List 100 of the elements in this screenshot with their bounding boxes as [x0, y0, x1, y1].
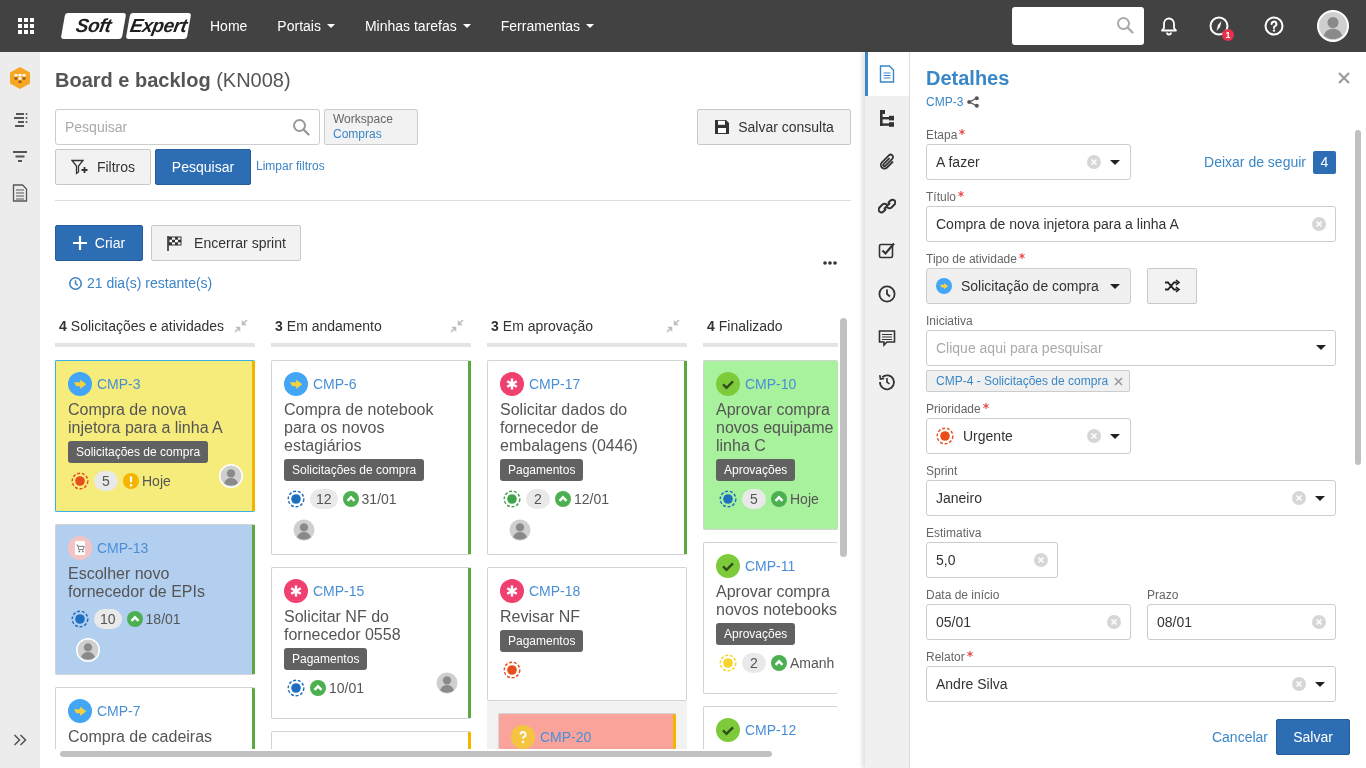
document-icon	[879, 65, 895, 83]
filter-icon[interactable]	[12, 149, 28, 165]
clock-icon	[878, 285, 896, 303]
close-icon[interactable]	[1338, 72, 1350, 84]
clear-filters-link[interactable]: Limpar filtros	[256, 159, 325, 173]
item-id-link[interactable]: CMP-3	[926, 95, 964, 109]
caret-icon[interactable]	[1110, 433, 1120, 439]
vertical-scrollbar[interactable]	[840, 318, 847, 557]
comment-icon	[878, 329, 896, 347]
category-tag: Pagamentos	[500, 459, 584, 481]
card-id-link[interactable]: CMP-18	[529, 583, 581, 599]
initiative-search-field[interactable]: Clique aqui para pesquisar	[926, 330, 1336, 366]
paperclip-icon	[878, 153, 896, 171]
double-chevron-icon[interactable]	[13, 734, 27, 746]
checkbox-icon	[878, 241, 896, 259]
cancel-link[interactable]: Cancelar	[1211, 719, 1268, 755]
chevron-up-icon	[771, 491, 787, 507]
task-card[interactable]: CMP-10 Aprovar compra novos equipame linha C Aprovações 5 Hoje	[703, 360, 838, 530]
task-card[interactable]: CMP-11 Aprovar compra novos notebooks Aprovações 2 Amanh	[703, 542, 838, 694]
task-card[interactable]: CMP-3 Compra de nova injetora para a linha A Solicitações de compra 5 Hoje	[55, 360, 255, 512]
logo-word: Expert	[125, 13, 192, 39]
vertical-scrollbar[interactable]	[1355, 130, 1361, 465]
save-query-button[interactable]: Salvar consulta	[697, 109, 851, 145]
count-badge: 5	[94, 471, 118, 491]
due-date-input[interactable]: 08/01	[1147, 604, 1336, 640]
field-label: Sprint	[926, 463, 958, 479]
caret-icon[interactable]	[1315, 681, 1325, 687]
field-label: Estimativa	[926, 525, 982, 541]
field-label: Relator	[926, 649, 965, 665]
card-id-link[interactable]: CMP-7	[97, 703, 141, 719]
search-field[interactable]	[1012, 7, 1144, 45]
column-count: 4	[59, 318, 67, 334]
card-title: Compra de nova injetora para a linha A	[68, 401, 224, 437]
save-button[interactable]: Salvar	[1276, 719, 1350, 755]
shuffle-button[interactable]	[1147, 268, 1197, 304]
stage-select[interactable]: A fazer	[926, 144, 1131, 180]
card-id-link[interactable]: CMP-15	[313, 583, 365, 599]
check-icon	[716, 372, 740, 396]
field-label: Data de início	[926, 587, 1000, 603]
check-icon	[716, 718, 740, 742]
nav-menu-item[interactable]: Home	[195, 0, 263, 52]
document-icon[interactable]	[12, 184, 28, 202]
task-card[interactable]: CMP-13 Escolher novo fornecedor de EPIs 10 18/01	[55, 524, 255, 675]
share-icon[interactable]	[967, 96, 980, 108]
title-input[interactable]: Compra de nova injetora para a linha A	[926, 206, 1336, 242]
card-id-link[interactable]: CMP-6	[313, 376, 357, 392]
task-card[interactable]: CMP-7 Compra de cadeiras	[55, 687, 255, 749]
card-id-link[interactable]: CMP-12	[745, 722, 797, 738]
more-icon[interactable]	[823, 261, 837, 265]
task-card[interactable]: CMP-6 Compra de notebook para os novos estagiários Solicitações de compra 12 31/01	[271, 360, 471, 555]
shuffle-icon	[1164, 279, 1180, 293]
priority-select[interactable]: Urgente	[926, 418, 1131, 454]
board-icon[interactable]	[8, 66, 32, 90]
filter-plus-icon	[70, 159, 89, 175]
start-date-input[interactable]: 05/01	[926, 604, 1131, 640]
field-label: Prazo	[1147, 587, 1179, 603]
caret-icon[interactable]	[1315, 495, 1325, 501]
task-card[interactable]: CMP-18 Revisar NF Pagamentos	[487, 567, 687, 701]
search-field[interactable]: Pesquisar	[55, 109, 320, 145]
check-icon	[716, 554, 740, 578]
horizontal-scrollbar[interactable]	[60, 751, 772, 757]
sprint-select[interactable]: Janeiro	[926, 480, 1336, 516]
filters-button[interactable]: Filtros	[55, 149, 151, 185]
cart-icon	[68, 536, 92, 560]
create-button[interactable]: Criar	[55, 225, 143, 261]
clock-icon	[68, 276, 82, 290]
avatar-icon[interactable]	[1317, 10, 1349, 42]
nav-menu-item[interactable]: Minhas tarefas	[349, 0, 486, 52]
list-icon[interactable]	[12, 112, 28, 128]
task-card[interactable]: CMP-17 Solicitar dados do fornecedor de embalagens (0446) Pagamentos 2 12/01	[487, 360, 687, 555]
card-id-link[interactable]: CMP-17	[529, 376, 581, 392]
avatar-icon	[508, 518, 532, 542]
search-icon[interactable]	[292, 118, 310, 136]
nav-menu-item[interactable]: Ferramentas	[485, 0, 610, 52]
estimate-input[interactable]: 5,0	[926, 542, 1058, 578]
caret-icon[interactable]	[1316, 345, 1326, 350]
compass-icon[interactable]	[1209, 16, 1229, 36]
remaining-days-text: 21 dia(s) restante(s)	[87, 275, 213, 291]
category-tag: Solicitações de compra	[284, 459, 425, 481]
reporter-select[interactable]: Andre Silva	[926, 666, 1336, 702]
end-sprint-button[interactable]: Encerrar sprint	[151, 225, 301, 261]
help-icon[interactable]	[1264, 16, 1284, 36]
task-card[interactable]: CMP-15 Solicitar NF do fornecedor 0558 Pagamentos 10/01	[271, 567, 471, 719]
caret-icon[interactable]	[1110, 159, 1120, 165]
bell-icon[interactable]	[1160, 16, 1178, 36]
column-count: 3	[491, 318, 499, 334]
card-title: Compra de cadeiras	[68, 728, 214, 746]
search-button[interactable]: Pesquisar	[155, 149, 251, 185]
apps-grid-icon[interactable]	[18, 18, 34, 34]
workspace-button[interactable]: Workspace Compras	[324, 109, 418, 145]
card-id-link[interactable]: CMP-11	[745, 558, 796, 574]
caret-icon[interactable]	[1110, 283, 1120, 289]
task-card[interactable]: CMP-12	[703, 706, 838, 749]
activity-type-select[interactable]: Solicitação de compra	[926, 268, 1131, 304]
nav-menu-item[interactable]: Portais	[262, 0, 350, 52]
category-tag: Aprovações	[716, 459, 796, 481]
card-title: Escolher novo fornecedor de EPIs	[68, 565, 206, 601]
unfollow-link[interactable]: Deixar de seguir	[1204, 154, 1306, 170]
selected-item-chip[interactable]: CMP-4 - Solicitações de compra	[926, 370, 1131, 392]
page-title: Board e backlog (KN008)	[55, 68, 292, 92]
